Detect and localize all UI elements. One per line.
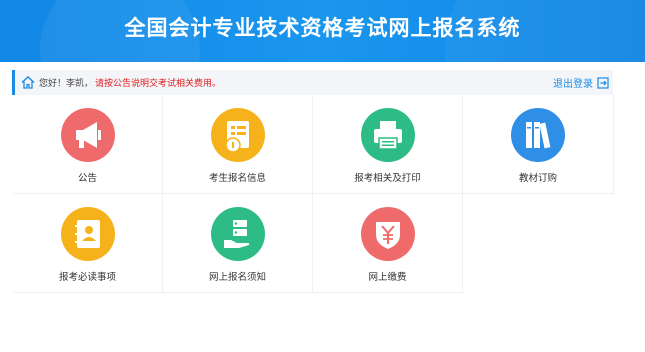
document-info-icon bbox=[211, 108, 265, 162]
greeting-text: 您好！李凯， bbox=[39, 79, 94, 89]
tile-candidate-info[interactable]: 考生报名信息 bbox=[163, 95, 313, 194]
fee-notice: 请按公告说明交考试相关费用。 bbox=[95, 79, 222, 89]
tile-textbooks[interactable]: 教材订购 bbox=[463, 95, 614, 194]
tile-label: 报考相关及打印 bbox=[354, 173, 421, 184]
printer-icon bbox=[361, 108, 415, 162]
books-icon bbox=[511, 108, 565, 162]
function-grid: 公告 考生报名信息 报考相关及打印 教材订购 报考必读事项 网上报名须知 网上缴… bbox=[13, 95, 614, 295]
home-icon bbox=[21, 76, 35, 89]
page-title: 全国会计专业技术资格考试网上报名系统 bbox=[124, 16, 521, 40]
tile-must-read[interactable]: 报考必读事项 bbox=[13, 194, 163, 293]
tile-registration-notes[interactable]: 网上报名须知 bbox=[163, 194, 313, 293]
tile-print[interactable]: 报考相关及打印 bbox=[313, 95, 463, 194]
tile-label: 教材订购 bbox=[518, 173, 557, 184]
logout-label: 退出登录 bbox=[553, 79, 593, 90]
tile-label: 公告 bbox=[77, 173, 97, 184]
header-banner: 全国会计专业技术资格考试网上报名系统 bbox=[0, 0, 645, 62]
address-book-icon bbox=[61, 207, 115, 261]
tile-label: 网上缴费 bbox=[368, 272, 407, 283]
megaphone-icon bbox=[61, 108, 115, 162]
tile-label: 网上报名须知 bbox=[208, 272, 266, 283]
yuan-shield-icon bbox=[361, 207, 415, 261]
empty-tile bbox=[463, 194, 614, 293]
server-hand-icon bbox=[211, 207, 265, 261]
logout-icon bbox=[597, 76, 609, 89]
tile-announcement[interactable]: 公告 bbox=[13, 95, 163, 194]
tile-label: 报考必读事项 bbox=[58, 272, 116, 283]
welcome-bar: 您好！李凯， 请按公告说明交考试相关费用。 退出登录 bbox=[12, 70, 613, 95]
tile-label: 考生报名信息 bbox=[208, 173, 266, 184]
tile-online-payment[interactable]: 网上缴费 bbox=[313, 194, 463, 293]
logout-button[interactable]: 退出登录 bbox=[553, 75, 609, 90]
